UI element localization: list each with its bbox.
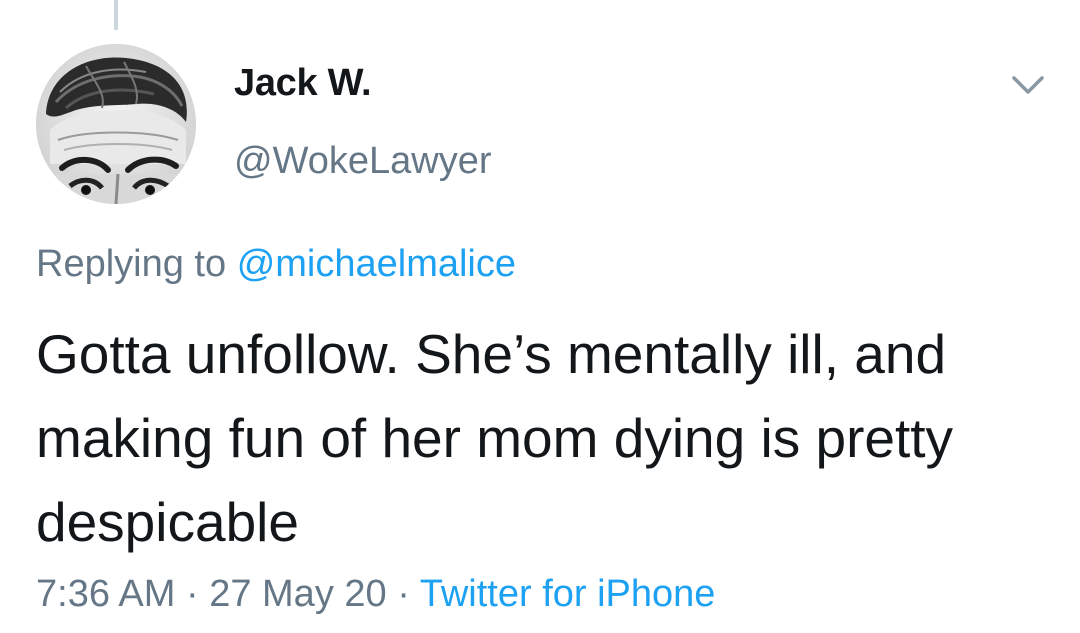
tweet-menu-button[interactable]: [1008, 70, 1048, 100]
tweet-date[interactable]: 27 May 20: [209, 573, 386, 615]
tweet-text: Gotta unfollow. She’s mentally ill, and …: [36, 323, 954, 553]
meta-separator: ·: [397, 573, 410, 615]
avatar[interactable]: [36, 44, 196, 204]
replying-to-label: Replying to: [36, 243, 227, 285]
user-avatar-portrait-icon: [36, 44, 196, 204]
tweet-source-link[interactable]: Twitter for iPhone: [420, 573, 716, 615]
replying-to: Replying to @michaelmalice: [36, 243, 516, 286]
tweet-metadata: 7:36 AM · 27 May 20 · Twitter for iPhone: [36, 573, 715, 616]
chevron-down-icon: [1012, 76, 1044, 94]
author-name[interactable]: Jack W.: [234, 62, 372, 105]
thread-connector-line: [114, 0, 118, 30]
author-handle[interactable]: @WokeLawyer: [234, 140, 492, 183]
reply-mention-link[interactable]: @michaelmalice: [237, 243, 516, 285]
meta-separator: ·: [185, 573, 199, 615]
tweet-time[interactable]: 7:36 AM: [36, 573, 175, 615]
